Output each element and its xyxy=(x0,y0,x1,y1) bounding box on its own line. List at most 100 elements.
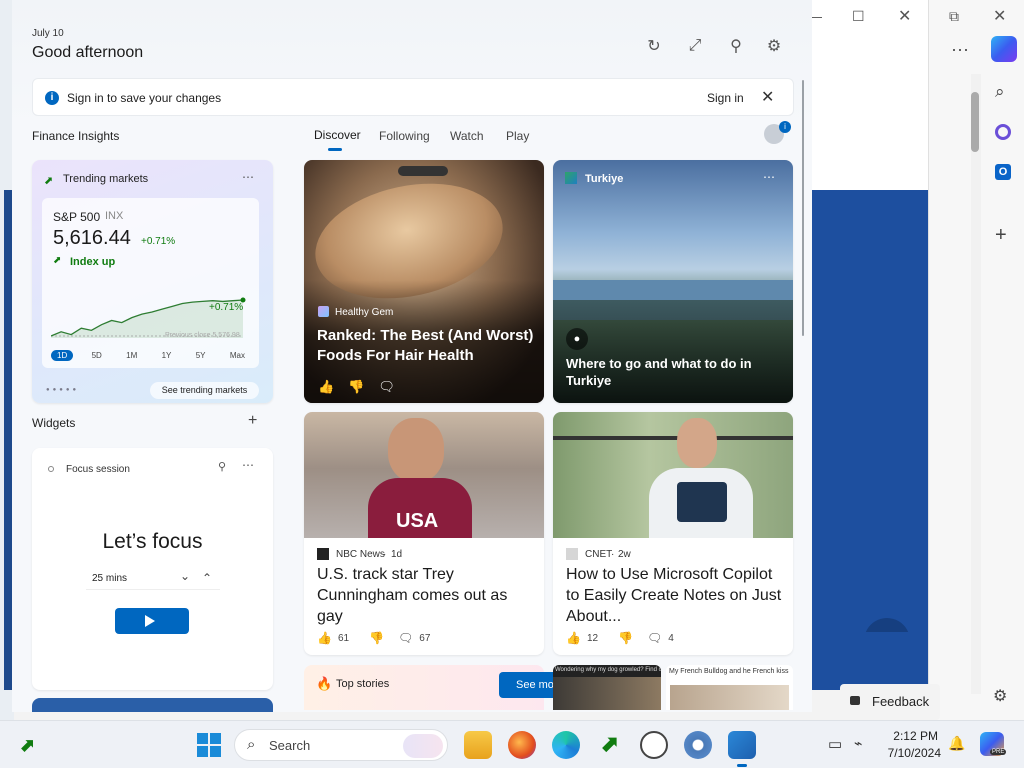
notification-bell-icon[interactable]: 🔔 xyxy=(948,735,965,752)
news-card-track-star[interactable]: USA NBC News · 1d U.S. track star Trey C… xyxy=(304,412,544,655)
range-5d[interactable]: 5D xyxy=(86,350,108,361)
scrollbar-thumb[interactable] xyxy=(971,92,979,152)
taskbar-search[interactable]: ⌕ Search xyxy=(234,729,448,761)
window-close-icon[interactable]: ✕ xyxy=(993,6,1006,26)
start-icon[interactable] xyxy=(197,733,221,757)
search-icon[interactable]: ⌕ xyxy=(995,82,1005,102)
news-card-copilot[interactable]: CNET · 2w How to Use Microsoft Copilot t… xyxy=(553,412,793,655)
tab-play[interactable]: Play xyxy=(506,129,529,143)
mini-story-card[interactable]: My French Bulldog and he French kiss xyxy=(666,665,793,710)
previous-close: Previous close 5,576.98 xyxy=(165,332,240,339)
image-indicator xyxy=(398,166,448,176)
range-max[interactable]: Max xyxy=(224,350,251,361)
board-date: July 10 xyxy=(32,28,64,39)
firefox-icon[interactable] xyxy=(508,731,536,759)
market-sparkline xyxy=(51,297,246,338)
woman-image xyxy=(553,412,793,538)
dismiss-icon[interactable]: ✕ xyxy=(761,87,774,107)
restore-icon[interactable]: ⧉ xyxy=(949,8,959,25)
mini-story-title: My French Bulldog and he French kiss xyxy=(669,668,789,675)
add-icon[interactable]: + xyxy=(995,224,1007,247)
carousel-dots[interactable]: ●●●●● xyxy=(46,387,79,393)
edge-icon[interactable] xyxy=(552,731,580,759)
dislike-icon[interactable]: 👎 xyxy=(369,631,384,645)
copilot-badge: PRE xyxy=(990,749,1007,755)
feedback-hub-icon[interactable] xyxy=(728,731,756,759)
more-icon[interactable]: ⋯ xyxy=(242,170,254,184)
clock-icon[interactable] xyxy=(640,731,668,759)
index-ticker: INX xyxy=(105,210,124,222)
add-widget-icon[interactable]: + xyxy=(248,412,257,430)
close-icon[interactable]: ✕ xyxy=(898,6,911,26)
feedback-label: Feedback xyxy=(872,694,930,709)
mini-story-card[interactable]: Wondering why my dog growled? Find out b… xyxy=(553,665,661,710)
tab-discover[interactable]: Discover xyxy=(314,128,361,142)
news-title: Ranked: The Best (And Worst) Foods For H… xyxy=(317,327,534,364)
fire-icon: 🔥 xyxy=(316,676,333,691)
pin-icon[interactable]: ⚲ xyxy=(723,33,749,59)
chevron-up-icon[interactable]: ⌃ xyxy=(202,571,212,585)
signin-link[interactable]: Sign in xyxy=(707,91,744,105)
dislike-icon[interactable]: 👎 xyxy=(348,379,364,395)
trending-markets-card[interactable]: ⬈ Trending markets ⋯ S&P 500 INX 5,616.4… xyxy=(32,160,273,403)
clock-time[interactable]: 2:12 PM xyxy=(876,729,938,743)
chevron-down-icon[interactable]: ⌄ xyxy=(180,569,190,583)
outlook-icon[interactable]: O xyxy=(995,164,1011,180)
news-card-hair-foods[interactable]: Healthy Gem Ranked: The Best (And Worst)… xyxy=(304,160,544,403)
chart-change-label: +0.71% xyxy=(209,302,244,313)
widgets-taskbar-icon[interactable]: ⬈ xyxy=(20,735,35,756)
expand-icon[interactable]: ⤢ xyxy=(682,33,708,59)
feedback-button[interactable]: Feedback xyxy=(840,684,940,720)
range-5y[interactable]: 5Y xyxy=(190,350,212,361)
tab-watch[interactable]: Watch xyxy=(450,129,484,143)
comment-icon[interactable]: 🗨 xyxy=(378,379,395,395)
notification-badge: i xyxy=(779,121,791,133)
more-icon[interactable]: ⋯ xyxy=(763,170,775,184)
board-scrollbar[interactable] xyxy=(802,80,804,336)
maximize-icon[interactable]: ☐ xyxy=(852,8,865,25)
source-logo xyxy=(318,306,329,317)
news-source: NBC News xyxy=(336,549,385,560)
pin-icon[interactable]: ⚲ xyxy=(218,460,226,473)
news-title: Where to go and what to do in Turkiye xyxy=(566,356,752,388)
start-focus-button[interactable] xyxy=(115,608,189,634)
copilot-icon[interactable] xyxy=(991,36,1017,62)
comment-icon[interactable]: 🗨 xyxy=(398,631,413,645)
display-icon[interactable]: ▭ xyxy=(828,735,842,753)
like-icon[interactable]: 👍 xyxy=(317,631,332,645)
settings-icon[interactable]: ⚙ xyxy=(761,33,787,59)
like-icon[interactable]: 👍 xyxy=(566,631,581,645)
duration-picker[interactable]: 25 mins ⌄ ⌃ xyxy=(86,568,220,590)
dislike-icon[interactable]: 👎 xyxy=(618,631,633,645)
tab-following[interactable]: Following xyxy=(379,129,430,143)
focus-session-card: Focus session ⚲ ⋯ Let’s focus 25 mins ⌄ … xyxy=(32,448,273,690)
news-title: U.S. track star Trey Cunningham comes ou… xyxy=(317,566,508,625)
news-card-turkiye[interactable]: Turkiye ⋯ ● Where to go and what to do i… xyxy=(553,160,793,403)
edge-sidebar: ⧉ ✕ ⋯ ⌕ O + ⚙ xyxy=(928,0,1024,720)
market-tile[interactable]: S&P 500 INX 5,616.44 +0.71% ⬈ Index up +… xyxy=(42,198,259,368)
like-icon[interactable]: 👍 xyxy=(318,379,334,395)
range-1m[interactable]: 1M xyxy=(120,350,143,361)
settings-icon[interactable]: ⚙ xyxy=(993,686,1007,706)
clock-date[interactable]: 7/10/2024 xyxy=(876,746,941,760)
news-source: CNET xyxy=(585,549,613,560)
network-icon[interactable]: ⌁ xyxy=(854,735,862,752)
signin-banner: i Sign in to save your changes Sign in ✕ xyxy=(32,78,794,116)
comment-icon[interactable]: 🗨 xyxy=(647,631,662,645)
range-1d[interactable]: 1D xyxy=(51,350,74,361)
focus-header: Focus session xyxy=(66,464,130,475)
greeting: Good afternoon xyxy=(32,44,144,61)
file-explorer-icon[interactable] xyxy=(464,731,492,759)
m365-icon[interactable] xyxy=(995,124,1011,140)
more-icon[interactable]: ⋯ xyxy=(951,40,969,61)
news-actions: 👍 12 👎 🗨 4 xyxy=(566,631,674,645)
stocks-icon[interactable]: ⬈ xyxy=(596,731,624,759)
news-source: Healthy Gem xyxy=(335,307,394,318)
see-trending-link[interactable]: See trending markets xyxy=(150,382,259,399)
range-1y[interactable]: 1Y xyxy=(156,350,178,361)
news-title: How to Use Microsoft Copilot to Easily C… xyxy=(566,566,782,625)
settings-app-icon[interactable] xyxy=(684,731,712,759)
location-icon: ● xyxy=(566,328,588,350)
refresh-icon[interactable]: ↻ xyxy=(641,33,667,59)
more-icon[interactable]: ⋯ xyxy=(242,458,254,472)
